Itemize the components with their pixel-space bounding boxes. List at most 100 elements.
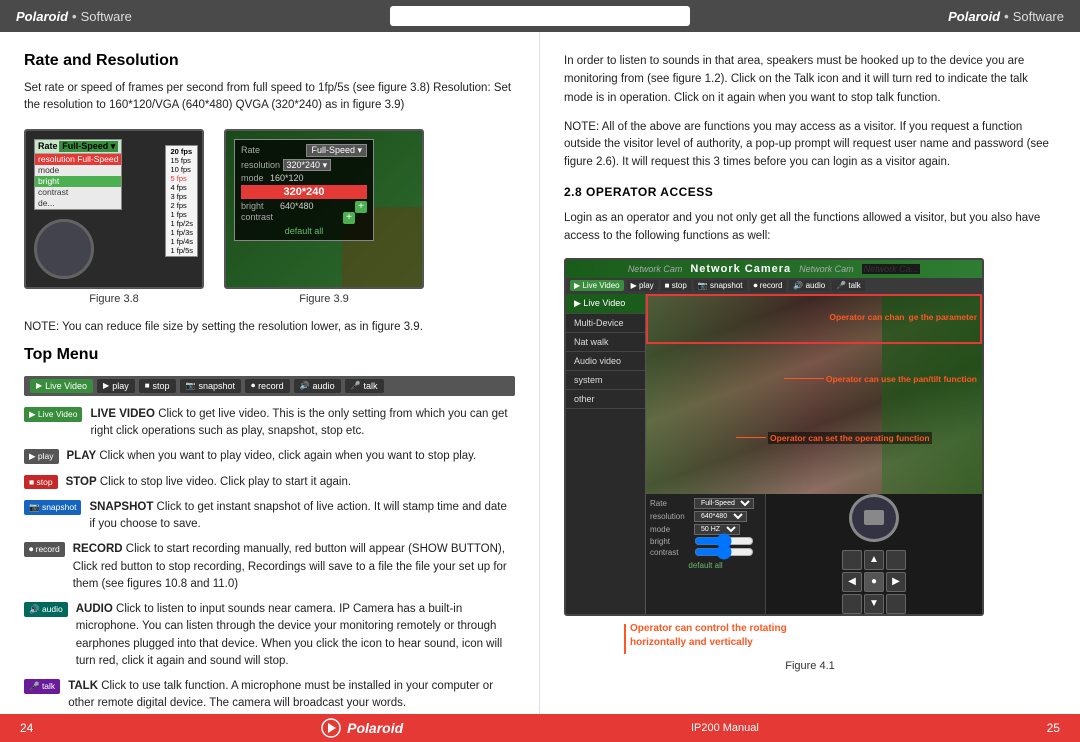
play-desc: PLAY Click when you want to play video, … xyxy=(67,448,477,465)
fig41-caption: Figure 4.1 xyxy=(564,660,1056,672)
section2-title: Top Menu xyxy=(24,346,515,364)
stop-inline-btn[interactable]: ■ stop xyxy=(24,475,58,490)
arrow-right[interactable]: ▶ xyxy=(886,572,906,592)
record-icon: ⏺ xyxy=(251,381,255,391)
rate-panel-39: Rate Full-Speed ▾ resolution 320*240 ▾ m… xyxy=(234,139,374,241)
fig38-caption: Figure 3.8 xyxy=(89,293,139,305)
search-input[interactable] xyxy=(390,6,690,26)
figure-38-image: Rate Full-Speed ▾ resolution Full-Speed … xyxy=(24,129,204,289)
snapshot-icon: 📷 xyxy=(186,381,196,390)
fig41-btn-play[interactable]: ▶ play xyxy=(627,280,658,291)
fig41-btn-audio[interactable]: 🔊 audio xyxy=(789,280,829,291)
list-item: 🔊 audio AUDIO Click to listen to input s… xyxy=(24,601,515,670)
footer-manual: IP200 Manual xyxy=(691,722,759,734)
section-body-28: Login as an operator and you not only ge… xyxy=(564,209,1056,246)
stop-icon: ■ xyxy=(145,381,150,390)
arrow-controls-area: ▲ ◀ ● ▶ ▼ xyxy=(766,494,982,614)
menu-btn-livevideo[interactable]: ▶ Live Video xyxy=(30,379,93,393)
camera-image-area: Operator can chan ge the parameter Opera… xyxy=(646,294,982,494)
camera-circle xyxy=(849,494,899,542)
arrow-downright[interactable] xyxy=(886,594,906,614)
resolution-select[interactable]: 640*480 xyxy=(694,511,747,522)
figures-row: Rate Full-Speed ▾ resolution Full-Speed … xyxy=(24,129,515,305)
list-item: 🎤 talk TALK Click to use talk function. … xyxy=(24,678,515,713)
menu-btn-snapshot[interactable]: 📷 snapshot xyxy=(180,379,242,393)
header-software-left: Software xyxy=(81,9,132,24)
livevideo-desc: LIVE VIDEO Click to get live video. This… xyxy=(90,406,515,441)
figure-41-container: Network Cam Network Camera Network Cam N… xyxy=(564,258,984,616)
brand-name-right: Polaroid xyxy=(948,9,1000,24)
snapshot-inline-btn[interactable]: 📷 snapshot xyxy=(24,500,81,515)
header-dot-right: • xyxy=(1004,9,1009,24)
footer: 24 Polaroid IP200 Manual 25 xyxy=(0,714,1080,742)
note1-text: NOTE: You can reduce file size by settin… xyxy=(24,319,515,336)
list-item: ■ stop STOP Click to stop live video. Cl… xyxy=(24,474,515,491)
menu-btn-stop[interactable]: ■ stop xyxy=(139,379,176,393)
figure-38-box: Rate Full-Speed ▾ resolution Full-Speed … xyxy=(24,129,204,305)
talk-inline-btn[interactable]: 🎤 talk xyxy=(24,679,60,694)
top-menu-bar: ▶ Live Video ▶ play ■ stop 📷 snapshot ⏺ … xyxy=(24,376,515,396)
fig41-btn-talk[interactable]: 🎤 talk xyxy=(832,280,865,291)
livevideo-inline-btn[interactable]: ▶ Live Video xyxy=(24,407,82,422)
menu-btn-audio[interactable]: 🔊 audio xyxy=(294,379,341,393)
fig41-btn-live[interactable]: ▶ Live Video xyxy=(570,280,624,291)
annotation-operating: Operator can set the operating function xyxy=(736,432,932,444)
note-text: NOTE: All of the above are functions you… xyxy=(564,119,1056,171)
fig41-title: Network Camera xyxy=(690,263,791,275)
snapshot-desc: SNAPSHOT Click to get instant snapshot o… xyxy=(89,499,515,534)
fig41-btn-stop[interactable]: ■ stop xyxy=(661,280,691,291)
audio-icon: 🔊 xyxy=(300,381,310,390)
arrow-up[interactable]: ▲ xyxy=(864,550,884,570)
header-software-right: Software xyxy=(1013,9,1064,24)
annotation-pantilt: Operator can use the pan/tilt function xyxy=(784,374,977,384)
section1-title: Rate and Resolution xyxy=(24,52,515,70)
play-icon: ▶ xyxy=(103,381,109,390)
annotation-rotating: Operator can control the rotatinghorizon… xyxy=(624,622,1056,654)
arrow-left[interactable]: ◀ xyxy=(842,572,862,592)
arrow-upright[interactable] xyxy=(886,550,906,570)
stop-desc: STOP Click to stop live video. Click pla… xyxy=(66,474,352,491)
section1-body: Set rate or speed of frames per second f… xyxy=(24,80,515,115)
header-brand-right: Polaroid • Software xyxy=(948,9,1064,24)
play-inline-btn[interactable]: ▶ play xyxy=(24,449,59,464)
figure-39-image: Rate Full-Speed ▾ resolution 320*240 ▾ m… xyxy=(224,129,424,289)
fig39-caption: Figure 3.9 xyxy=(299,293,349,305)
menu-btn-play[interactable]: ▶ play xyxy=(97,379,135,393)
main-content: Rate and Resolution Set rate or speed of… xyxy=(0,32,1080,714)
arrow-center[interactable]: ● xyxy=(864,572,884,592)
rate-select[interactable]: Full-Speed xyxy=(694,498,754,509)
footer-brand-name: Polaroid xyxy=(347,720,403,736)
fig41-header: Network Cam Network Camera Network Cam N… xyxy=(566,260,982,278)
arrow-upleft[interactable] xyxy=(842,550,862,570)
fig41-main: Operator can chan ge the parameter Opera… xyxy=(646,294,982,614)
sidebar-item-system[interactable]: system xyxy=(566,371,645,390)
record-desc: RECORD Click to start recording manually… xyxy=(73,541,515,593)
sidebar-item-multidevice[interactable]: Multi-Device xyxy=(566,314,645,333)
fig41-sidebar: ▶ Live Video Multi-Device Nat walk Audio… xyxy=(566,294,646,614)
figure-41-wrapper: Network Cam Network Camera Network Cam N… xyxy=(564,258,1056,672)
polaroid-logo-icon xyxy=(321,718,341,738)
fig41-btn-record[interactable]: ⏺ record xyxy=(750,280,787,292)
arrow-downleft[interactable] xyxy=(842,594,862,614)
footer-page-right: 25 xyxy=(1047,721,1060,735)
fig41-toolbar: ▶ Live Video ▶ play ■ stop 📷 snapshot ⏺ … xyxy=(566,278,982,294)
fig41-btn-snapshot[interactable]: 📷 snapshot xyxy=(694,280,747,291)
rate-panel-41: Rate Full-Speed resolution 640*480 xyxy=(646,494,766,614)
sidebar-item-natwalk[interactable]: Nat walk xyxy=(566,333,645,352)
sidebar-item-other[interactable]: other xyxy=(566,390,645,409)
audio-inline-btn[interactable]: 🔊 audio xyxy=(24,602,68,617)
record-inline-btn[interactable]: ⏺ record xyxy=(24,542,65,557)
contrast-slider[interactable] xyxy=(694,548,754,556)
sidebar-item-livevideo[interactable]: ▶ Live Video xyxy=(566,294,645,314)
menu-items-list: ▶ Live Video LIVE VIDEO Click to get liv… xyxy=(24,406,515,713)
audio-desc: AUDIO Click to listen to input sounds ne… xyxy=(76,601,515,670)
fig41-body: ▶ Live Video Multi-Device Nat walk Audio… xyxy=(566,294,982,614)
arrow-down[interactable]: ▼ xyxy=(864,594,884,614)
menu-btn-record[interactable]: ⏺ record xyxy=(245,379,290,393)
menu-btn-talk[interactable]: 🎤 talk xyxy=(345,379,384,393)
left-panel: Rate and Resolution Set rate or speed of… xyxy=(0,32,540,714)
sidebar-item-audiovideo[interactable]: Audio video xyxy=(566,352,645,371)
footer-brand-center: Polaroid xyxy=(321,718,403,738)
list-item: 📷 snapshot SNAPSHOT Click to get instant… xyxy=(24,499,515,534)
controls-area: Rate Full-Speed resolution 640*480 xyxy=(646,494,982,614)
